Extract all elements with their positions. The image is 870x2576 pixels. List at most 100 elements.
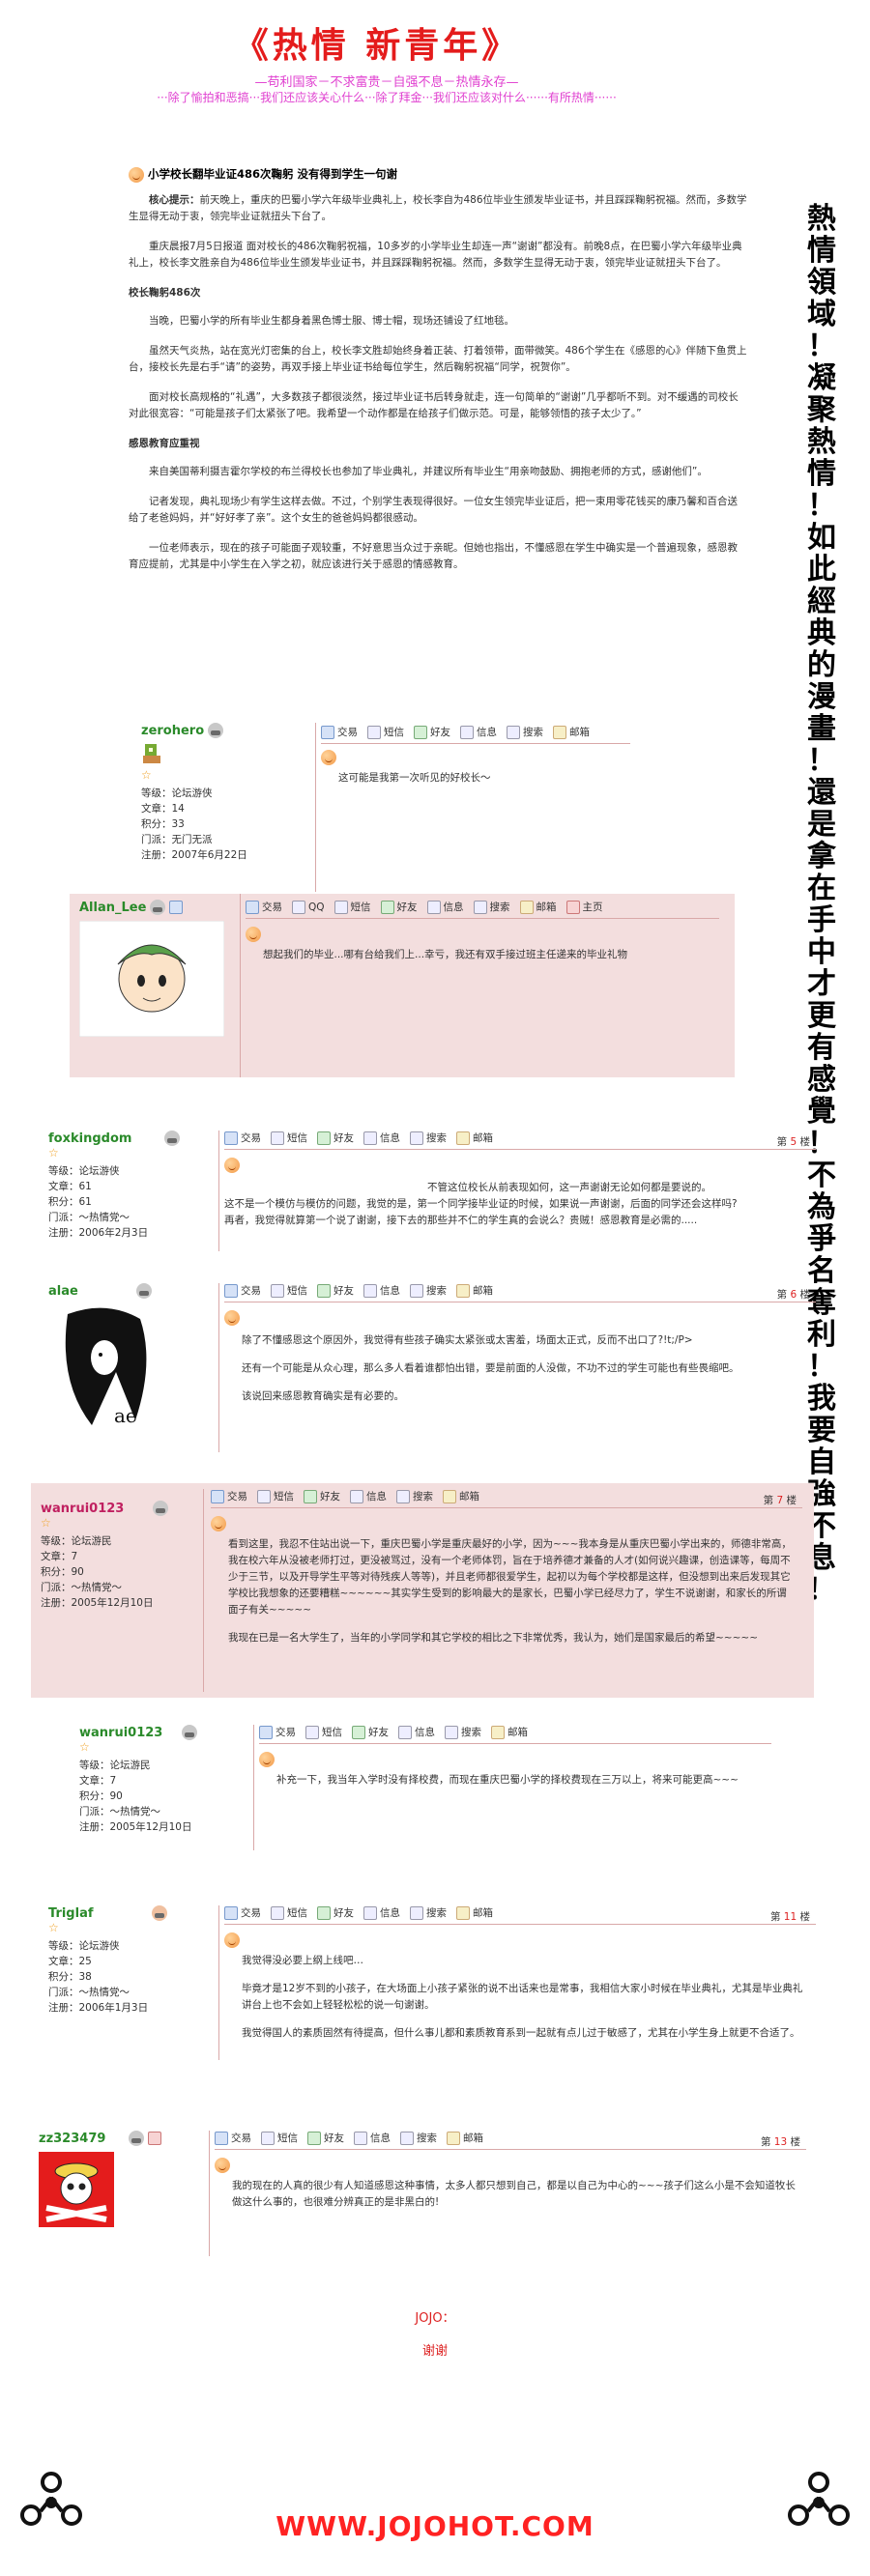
username[interactable]: foxkingdom <box>48 1131 131 1146</box>
trade-button[interactable]: 交易 <box>246 900 282 914</box>
info-button[interactable]: 信息 <box>398 1725 435 1739</box>
friend-button[interactable]: 好友 <box>380 900 418 914</box>
user-stats: 等级：论坛游侠 文章：14 积分：33 门派：无门无派 注册：2007年6月22… <box>141 787 247 861</box>
info-button[interactable]: 信息 <box>426 900 464 914</box>
mail-button[interactable]: 邮箱 <box>456 1283 493 1298</box>
info-icon <box>426 900 441 914</box>
info-button[interactable]: 信息 <box>363 1283 400 1298</box>
mail-icon <box>519 900 534 914</box>
username[interactable]: wanrui0123 <box>79 1726 162 1740</box>
user-info: wanrui0123 ☆ 等级：论坛游民 文章：7 积分：90 门派：～热情党～… <box>41 1501 210 1611</box>
friend-button[interactable]: 好友 <box>352 1725 389 1739</box>
rank-badge-icon <box>153 1501 169 1516</box>
post-body: 交易 短信 好友 信息 搜索 邮箱 第 5 楼 不管这位校长从前表现如何，这一声… <box>224 1131 816 1229</box>
trade-button[interactable]: 交易 <box>215 2131 251 2145</box>
mail-button[interactable]: 邮箱 <box>553 725 590 739</box>
username[interactable]: zerohero <box>141 724 204 738</box>
mail-button[interactable]: 邮箱 <box>443 1489 479 1503</box>
friend-icon <box>414 725 427 739</box>
username[interactable]: Allan_Lee <box>79 901 146 915</box>
friend-button[interactable]: 好友 <box>307 2131 344 2145</box>
smile-icon <box>259 1752 275 1767</box>
column-divider <box>209 2131 210 2256</box>
message-button[interactable]: 短信 <box>367 725 404 739</box>
mail-icon <box>456 1905 470 1920</box>
info-button[interactable]: 信息 <box>350 1489 387 1503</box>
mail-icon <box>553 725 566 739</box>
article-paragraph: 一位老师表示，现在的孩子可能面子观较重，不好意思当众过于亲昵。但她也指出，不懂感… <box>129 542 738 570</box>
search-button[interactable]: 搜索 <box>396 1489 433 1503</box>
mail-button[interactable]: 邮箱 <box>447 2131 483 2145</box>
friend-button[interactable]: 好友 <box>304 1489 340 1503</box>
message-button[interactable]: 短信 <box>334 900 371 914</box>
motto-char: 手 <box>807 903 836 937</box>
user-info: alae ae <box>48 1283 218 1433</box>
article-paragraph: 面对校长高规格的“礼遇”，大多数孩子都很淡然，接过毕业证书后转身就走，连一句简单… <box>129 391 739 419</box>
message-button[interactable]: 短信 <box>271 1283 307 1298</box>
post-text: 看到这里，我忍不住站出说一下，重庆巴蜀小学是重庆最好的小学，因为~~~我本身是从… <box>228 1538 792 1644</box>
search-button[interactable]: 搜索 <box>507 725 543 739</box>
info-icon <box>350 1489 363 1503</box>
user-stats: 等级：论坛游侠 文章：61 积分：61 门派：～热情党～ 注册：2006年2月3… <box>48 1165 149 1239</box>
article-subheading: 校长鞠躬486次 <box>129 287 201 299</box>
mail-button[interactable]: 邮箱 <box>519 900 557 914</box>
message-button[interactable]: 短信 <box>271 1131 307 1145</box>
search-icon <box>396 1489 410 1503</box>
floor-number: 第 11 楼 <box>769 1911 810 1923</box>
message-button[interactable]: 短信 <box>261 2131 298 2145</box>
info-button[interactable]: 信息 <box>354 2131 391 2145</box>
friend-button[interactable]: 好友 <box>414 725 450 739</box>
search-button[interactable]: 搜索 <box>410 1131 447 1145</box>
trade-button[interactable]: 交易 <box>224 1905 261 1920</box>
friend-button[interactable]: 好友 <box>317 1283 354 1298</box>
username[interactable]: alae <box>48 1284 78 1299</box>
motto-char: 的 <box>807 648 836 682</box>
footer-site-url[interactable]: WWW.JOJOHOT.COM <box>0 2510 870 2542</box>
mail-button[interactable]: 邮箱 <box>491 1725 528 1739</box>
post-foxkingdom: foxkingdom ☆ 等级：论坛游侠 文章：61 积分：61 门派：～热情党… <box>48 1131 822 1251</box>
trade-button[interactable]: 交易 <box>211 1489 247 1503</box>
message-button[interactable]: 短信 <box>271 1905 307 1920</box>
user-info: Triglaf ☆ 等级：论坛游侠 文章：25 积分：38 门派：～热情党～ 注… <box>48 1905 218 2016</box>
slogan-line-1: —苟利国家－不求富贵－自强不息－热情永存— <box>254 75 519 90</box>
info-button[interactable]: 信息 <box>363 1905 400 1920</box>
friend-button[interactable]: 好友 <box>317 1131 354 1145</box>
post-allan-lee: Allan_Lee 交易 QQ 短信 好友 信息 搜索 邮箱 主页 想起我们的毕… <box>70 894 735 1077</box>
rank-badge-icon <box>135 1283 152 1299</box>
post-toolbar: 交易 短信 好友 信息 搜索 邮箱 <box>224 1905 816 1920</box>
rank-badge-icon <box>182 1725 198 1740</box>
motto-char: 有 <box>807 1031 836 1065</box>
user-info: zerohero ☆ 等级：论坛游侠 文章：14 积分：33 门派：无门无派 注… <box>141 723 310 863</box>
username[interactable]: wanrui0123 <box>41 1502 124 1516</box>
trade-button[interactable]: 交易 <box>259 1725 296 1739</box>
trade-button[interactable]: 交易 <box>321 725 358 739</box>
article-title: 小学校长翻毕业证486次鞠躬 没有得到学生一句谢 <box>148 167 398 181</box>
friend-button[interactable]: 好友 <box>317 1905 354 1920</box>
toolbar-divider <box>224 1924 816 1925</box>
search-button[interactable]: 搜索 <box>410 1905 447 1920</box>
trade-button[interactable]: 交易 <box>224 1131 261 1145</box>
post-toolbar: 交易 短信 好友 信息 搜索 邮箱 <box>224 1283 816 1298</box>
motto-char: 熱 <box>807 202 836 236</box>
message-button[interactable]: 短信 <box>305 1725 342 1739</box>
message-button[interactable]: 短信 <box>257 1489 294 1503</box>
article-paragraph: 记者发现，典礼现场少有学生这样去做。不过，个别学生表现得很好。一位女生领完毕业证… <box>129 496 738 524</box>
search-button[interactable]: 搜索 <box>473 900 510 914</box>
post-zerohero: zerohero ☆ 等级：论坛游侠 文章：14 积分：33 门派：无门无派 注… <box>141 723 760 892</box>
search-button[interactable]: 搜索 <box>410 1283 447 1298</box>
username[interactable]: Triglaf <box>48 1906 94 1921</box>
search-button[interactable]: 搜索 <box>445 1725 481 1739</box>
username[interactable]: zz323479 <box>39 2132 105 2146</box>
post-text: 除了不懂感恩这个原因外，我觉得有些孩子确实太紧张或太害羞，场面太正式，反而不出口… <box>242 1334 740 1402</box>
post-toolbar: 交易 短信 好友 信息 搜索 邮箱 <box>211 1489 802 1503</box>
info-button[interactable]: 信息 <box>460 725 497 739</box>
info-button[interactable]: 信息 <box>363 1131 400 1145</box>
post-text: 我觉得没必要上纲上线吧… 毕竟才是12岁不到的小孩子，在大场面上小孩子紧张的说不… <box>242 1955 803 2039</box>
qq-button[interactable]: QQ <box>292 900 325 914</box>
homepage-button[interactable]: 主页 <box>566 900 603 914</box>
article-paragraph: 当晚，巴蜀小学的所有毕业生都身着黑色博士服、博士帽，现场还铺设了红地毯。 <box>149 315 514 327</box>
mail-button[interactable]: 邮箱 <box>456 1131 493 1145</box>
trade-button[interactable]: 交易 <box>224 1283 261 1298</box>
search-button[interactable]: 搜索 <box>400 2131 437 2145</box>
mail-button[interactable]: 邮箱 <box>456 1905 493 1920</box>
